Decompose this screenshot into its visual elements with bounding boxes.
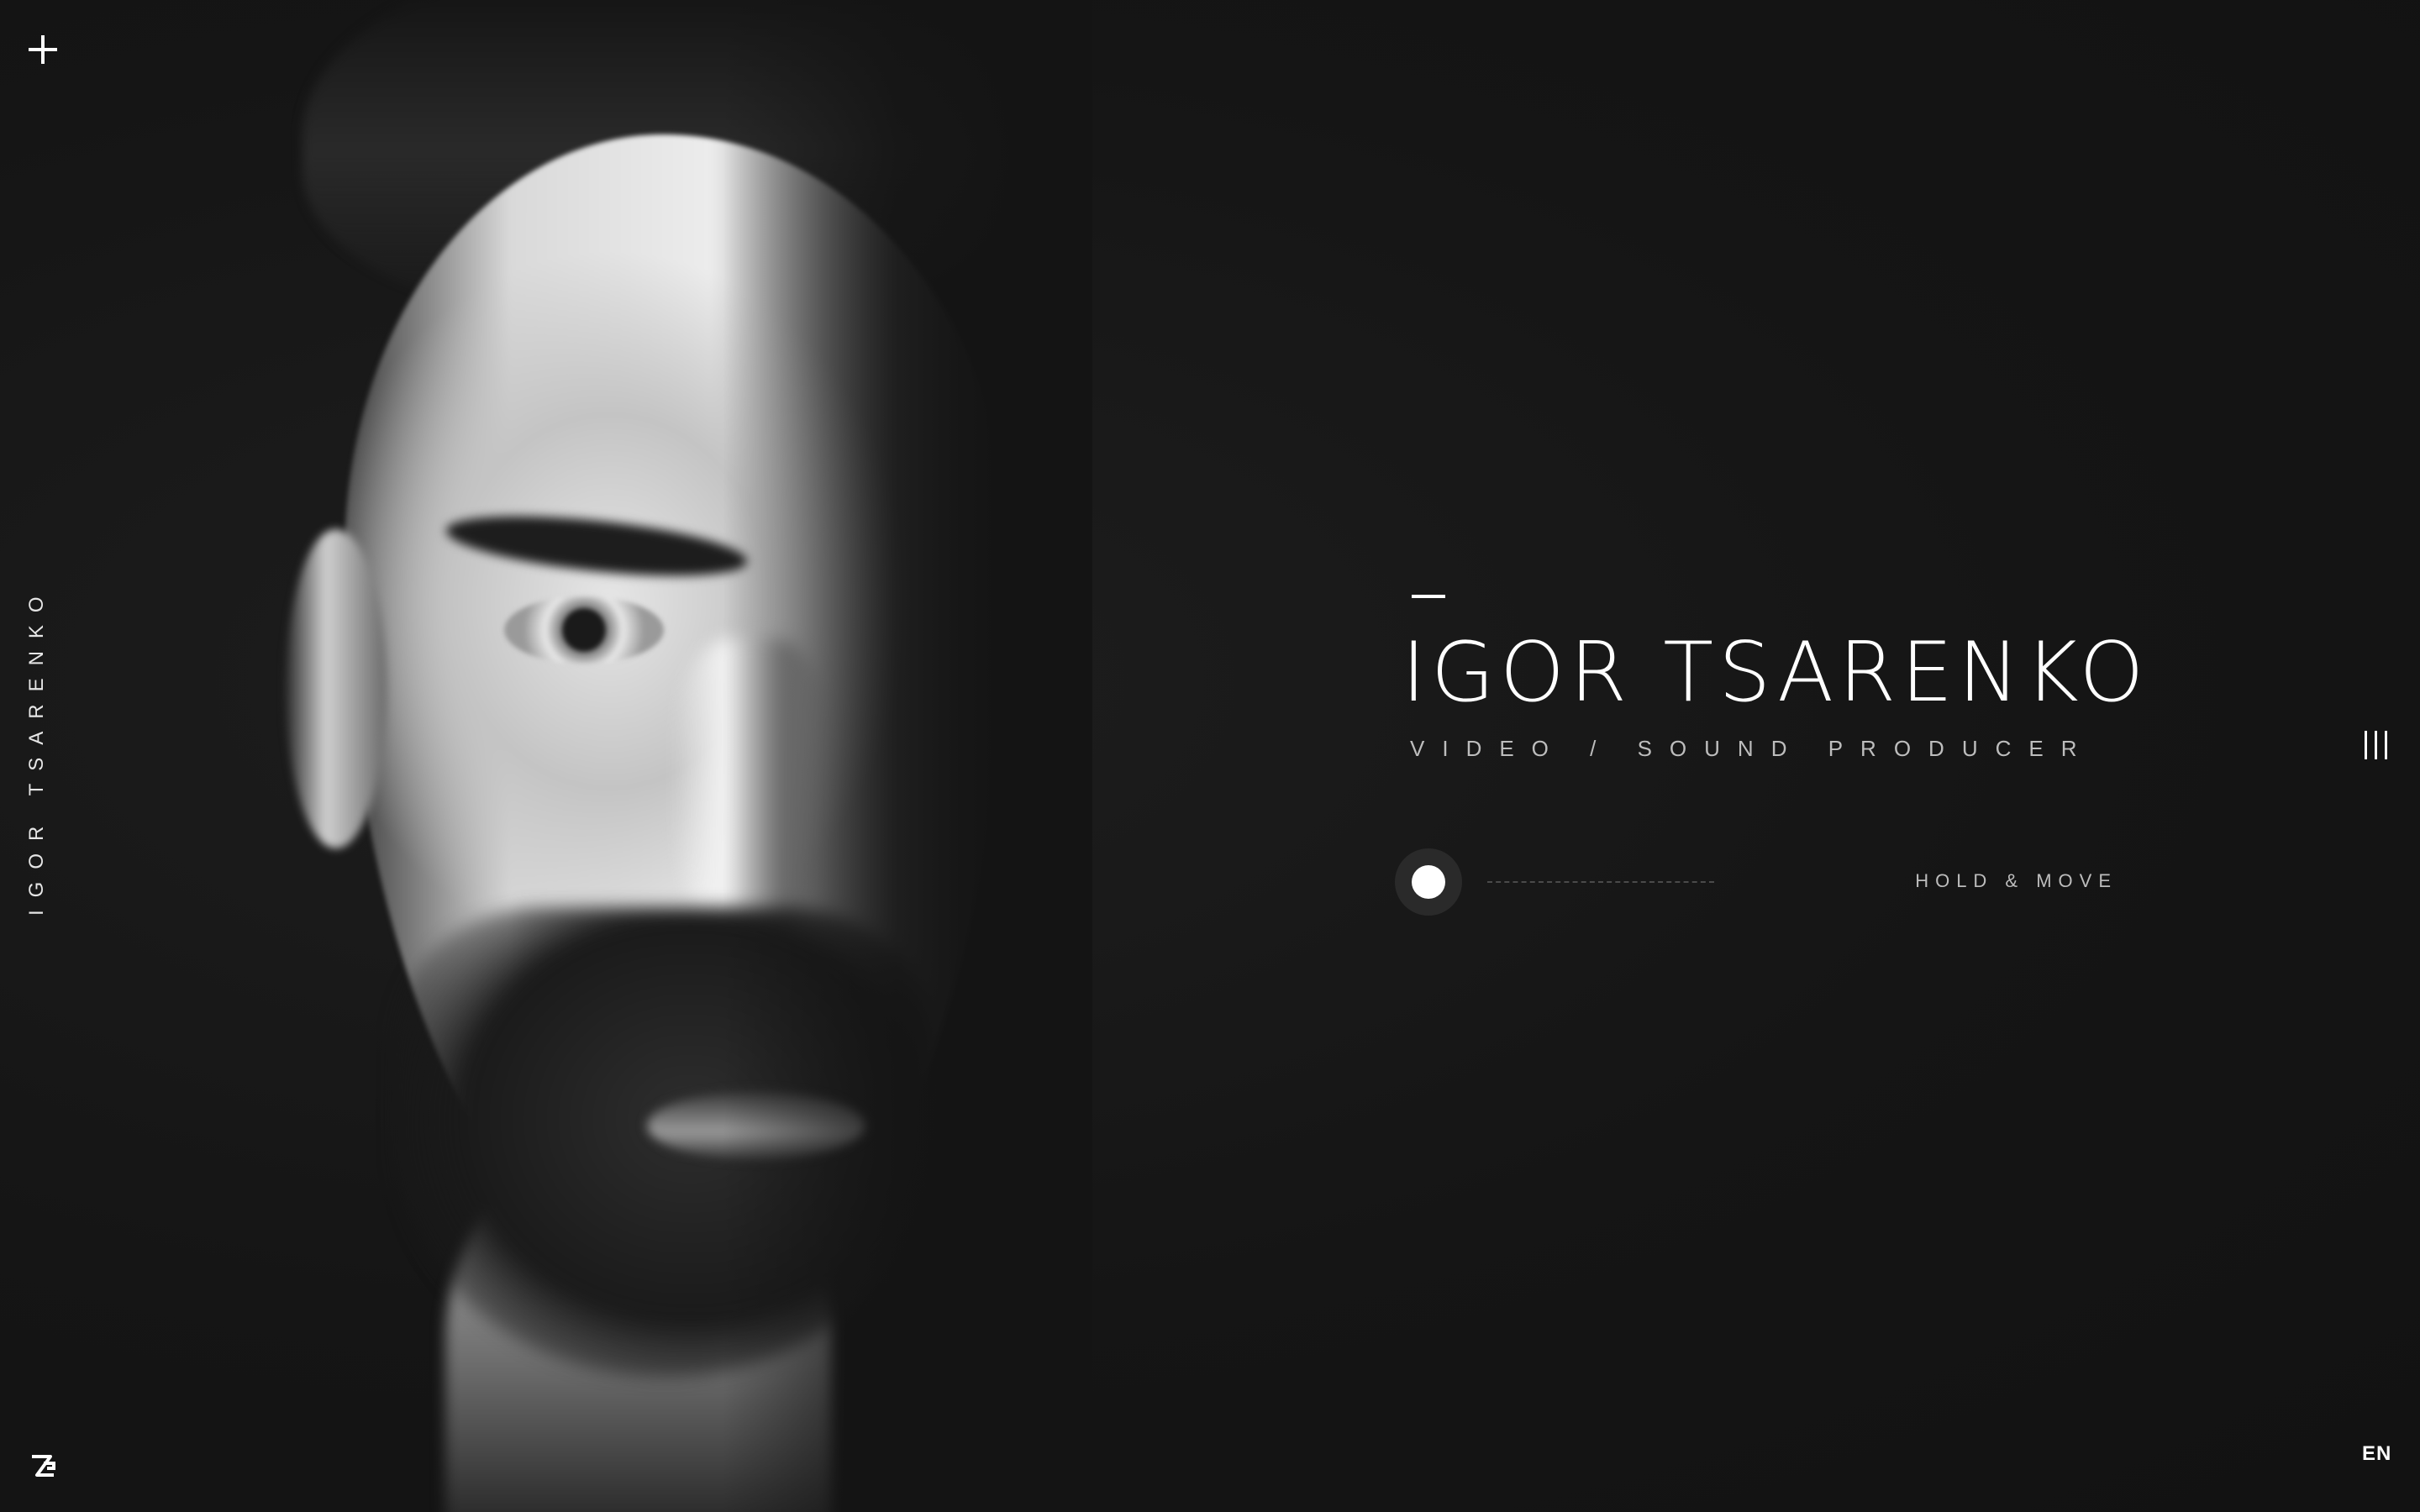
hold-move-slider[interactable]: HOLD & MOVE <box>1395 848 2118 916</box>
portrait-shadow <box>723 0 1092 1512</box>
vertical-site-name: IGOR TSARENKO <box>25 584 48 916</box>
portrait-ear <box>286 529 387 848</box>
menu-icon[interactable] <box>2365 731 2393 764</box>
menu-icon-bar-2 <box>2375 731 2377 759</box>
plus-icon-vertical-bar <box>41 35 45 64</box>
page-background: IGOR TSARENKO IGOR TSARENKO VIDEO / SOUN… <box>0 0 2420 1512</box>
menu-icon-bar-1 <box>2365 731 2367 759</box>
slider-hint: HOLD & MOVE <box>1915 870 2118 891</box>
plus-icon[interactable] <box>29 35 57 64</box>
page-subtitle: VIDEO / SOUND PRODUCER <box>1410 736 2095 761</box>
logo-icon-graphic <box>32 1455 55 1477</box>
logo-icon[interactable] <box>29 1452 57 1480</box>
portrait-image <box>252 0 1092 1512</box>
portrait-eye <box>504 596 664 664</box>
title-accent-dash <box>1412 595 1445 598</box>
page-title: IGOR TSARENKO <box>1402 625 2149 721</box>
language-switch[interactable]: EN <box>2362 1442 2391 1466</box>
slider-handle[interactable] <box>1395 848 1462 916</box>
slider-track[interactable] <box>1487 881 1714 883</box>
menu-icon-bar-3 <box>2385 731 2387 759</box>
slider-handle-dot <box>1412 865 1445 899</box>
